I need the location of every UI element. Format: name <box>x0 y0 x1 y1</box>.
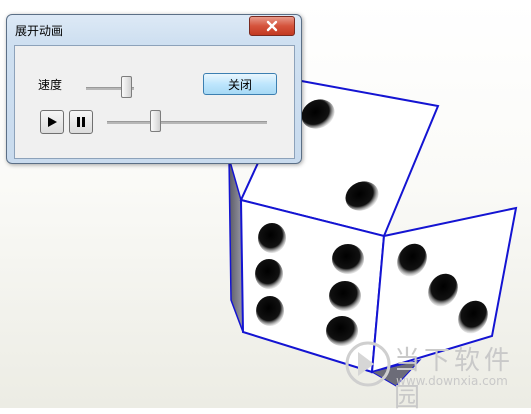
pip <box>256 296 284 326</box>
play-icon <box>48 117 57 127</box>
dialog-client-area: 速度 关闭 <box>14 45 295 159</box>
play-button[interactable] <box>40 110 64 134</box>
progress-slider-track[interactable] <box>107 121 267 124</box>
window-title: 展开动画 <box>15 24 64 38</box>
pause-icon <box>77 117 85 127</box>
pip <box>329 281 361 311</box>
close-button[interactable]: 关闭 <box>203 73 277 95</box>
watermark-logo-icon <box>345 341 391 387</box>
pause-button[interactable] <box>69 110 93 134</box>
window-close-button[interactable] <box>249 16 295 36</box>
title-bar[interactable]: 展开动画 <box>7 15 301 43</box>
animation-dialog: 展开动画 速度 关闭 <box>6 14 302 164</box>
speed-label: 速度 <box>38 78 63 92</box>
watermark-url: www.downxia.com <box>396 374 508 388</box>
pip <box>332 244 364 274</box>
speed-slider-thumb[interactable] <box>121 76 132 98</box>
close-x-icon <box>266 20 278 32</box>
pip <box>255 259 283 289</box>
pip <box>258 223 286 253</box>
progress-slider-thumb[interactable] <box>150 110 161 132</box>
